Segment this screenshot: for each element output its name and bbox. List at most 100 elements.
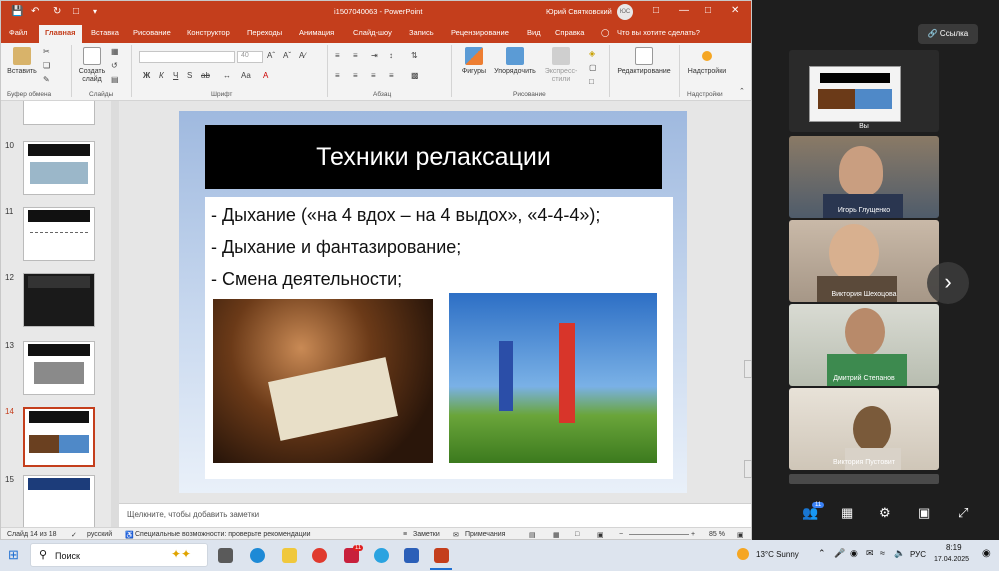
justify-icon[interactable]: ≡ bbox=[389, 71, 394, 80]
participant-tile[interactable]: Виктория Пустовит bbox=[789, 388, 939, 470]
bold-button[interactable]: Ж bbox=[143, 71, 150, 80]
tab-animations[interactable]: Анимация bbox=[299, 28, 334, 37]
font-size-input[interactable]: 40 bbox=[237, 51, 263, 63]
customize-toolbar-icon[interactable]: ▾ bbox=[93, 6, 97, 18]
paste-button[interactable]: Вставить bbox=[5, 47, 39, 76]
text-direction-icon[interactable]: ⇅ bbox=[411, 51, 418, 60]
fit-slide-icon[interactable]: ▣ bbox=[737, 531, 744, 539]
webcam-icon[interactable]: ◉ bbox=[850, 548, 858, 559]
decrease-font-icon[interactable]: Aˇ bbox=[283, 51, 291, 60]
increase-font-icon[interactable]: Aˆ bbox=[267, 51, 275, 60]
undo-icon[interactable]: ↶ bbox=[31, 6, 39, 18]
comments-button[interactable]: Примечания bbox=[465, 531, 505, 538]
tab-home[interactable]: Главная bbox=[39, 25, 82, 43]
window-scroll-handle[interactable] bbox=[744, 460, 752, 478]
sorter-view-icon[interactable]: ▦ bbox=[553, 531, 560, 539]
notes-button[interactable]: Заметки bbox=[413, 531, 440, 538]
current-slide[interactable]: Техники релаксации - Дыхание («на 4 вдох… bbox=[179, 111, 687, 493]
tab-design[interactable]: Конструктор bbox=[187, 28, 230, 37]
language-status[interactable]: русский bbox=[87, 531, 112, 538]
clock-time[interactable]: 8:19 bbox=[946, 543, 962, 552]
taskbar-search[interactable]: ⚲ Поиск ✦✦ bbox=[30, 543, 208, 567]
thumbnail-scrollbar[interactable] bbox=[111, 101, 119, 527]
yandex-browser-icon[interactable] bbox=[312, 548, 327, 563]
change-case-icon[interactable]: Aa bbox=[241, 71, 251, 80]
accessibility-status[interactable]: Специальные возможности: проверьте реком… bbox=[135, 531, 311, 538]
new-slide-button[interactable]: Создать слайд bbox=[75, 47, 109, 84]
addins-button[interactable]: Надстройки bbox=[683, 47, 731, 76]
char-spacing-icon[interactable]: ↔ bbox=[223, 71, 231, 80]
strikethrough-button[interactable]: ab bbox=[201, 71, 210, 80]
redo-icon[interactable]: ↻ bbox=[53, 6, 61, 18]
align-left-icon[interactable]: ≡ bbox=[335, 71, 340, 80]
zoom-slider[interactable] bbox=[629, 534, 689, 535]
chat-icon[interactable]: ✉ bbox=[866, 548, 874, 559]
zoom-out-icon[interactable]: − bbox=[619, 531, 623, 538]
slide-title[interactable]: Техники релаксации bbox=[205, 125, 662, 189]
spellcheck-icon[interactable]: ✓ bbox=[71, 531, 77, 539]
layout-icon[interactable]: ▦ bbox=[111, 47, 119, 56]
notifications-icon[interactable]: ◉ bbox=[982, 548, 991, 559]
start-slideshow-icon[interactable]: □ bbox=[73, 6, 79, 18]
underline-button[interactable]: Ч bbox=[173, 71, 178, 80]
wifi-icon[interactable]: ≈ bbox=[880, 548, 885, 558]
slide-content[interactable]: - Дыхание («на 4 вдох – на 4 выдох», «4-… bbox=[205, 197, 673, 479]
slide-thumbnail[interactable] bbox=[23, 475, 95, 527]
zoom-in-icon[interactable]: + bbox=[691, 531, 695, 538]
smartart-icon[interactable]: ▩ bbox=[411, 71, 419, 80]
tell-me-search[interactable]: Что вы хотите сделать? bbox=[617, 28, 700, 37]
tab-slideshow[interactable]: Слайд-шоу bbox=[353, 28, 392, 37]
window-mode-icon[interactable]: ▣ bbox=[918, 505, 930, 521]
collapse-ribbon-icon[interactable]: ⌃ bbox=[739, 87, 745, 95]
next-page-button[interactable]: › bbox=[927, 262, 969, 304]
tab-insert[interactable]: Вставка bbox=[91, 28, 119, 37]
settings-icon[interactable]: ⚙ bbox=[879, 505, 891, 521]
word-icon[interactable] bbox=[404, 548, 419, 563]
format-painter-icon[interactable]: ✎ bbox=[43, 75, 50, 84]
notes-icon[interactable]: ≡ bbox=[403, 531, 407, 538]
microphone-icon[interactable]: 🎤 bbox=[834, 548, 845, 559]
align-center-icon[interactable]: ≡ bbox=[353, 71, 358, 80]
maximize-icon[interactable]: □ bbox=[705, 5, 711, 16]
notes-field[interactable]: Щелкните, чтобы добавить заметки bbox=[119, 503, 751, 527]
slide-thumbnail[interactable] bbox=[23, 273, 95, 327]
participant-tile-self[interactable]: Вы bbox=[789, 50, 939, 132]
shadow-button[interactable]: S bbox=[187, 71, 192, 80]
avatar[interactable]: ЮС bbox=[617, 4, 633, 20]
ribbon-display-icon[interactable]: □ bbox=[653, 5, 659, 16]
tab-file[interactable]: Файл bbox=[9, 28, 27, 37]
tab-record[interactable]: Запись bbox=[409, 28, 434, 37]
comments-icon[interactable]: ✉ bbox=[453, 531, 459, 539]
input-language[interactable]: РУС bbox=[910, 550, 926, 559]
reading-view-icon[interactable]: □ bbox=[575, 531, 579, 538]
close-icon[interactable]: ✕ bbox=[731, 5, 739, 16]
indent-icon[interactable]: ⇥ bbox=[371, 51, 378, 60]
bullets-icon[interactable]: ≡ bbox=[335, 51, 340, 60]
clock-date[interactable]: 17.04.2025 bbox=[934, 556, 969, 563]
task-view-icon[interactable] bbox=[218, 548, 233, 563]
participant-tile-partial[interactable] bbox=[789, 474, 939, 484]
italic-button[interactable]: К bbox=[159, 71, 164, 80]
align-right-icon[interactable]: ≡ bbox=[371, 71, 376, 80]
slide-thumbnail[interactable] bbox=[23, 141, 95, 195]
telegram-icon[interactable] bbox=[374, 548, 389, 563]
file-explorer-icon[interactable] bbox=[282, 548, 297, 563]
tab-transitions[interactable]: Переходы bbox=[247, 28, 282, 37]
section-icon[interactable]: ▤ bbox=[111, 75, 119, 84]
tab-review[interactable]: Рецензирование bbox=[451, 28, 509, 37]
minimize-icon[interactable]: — bbox=[679, 5, 689, 16]
link-button[interactable]: 🔗 Ссылка bbox=[918, 24, 978, 44]
slide-thumbnail[interactable] bbox=[23, 101, 95, 125]
slide-thumbnail[interactable] bbox=[23, 207, 95, 261]
slide-thumbnail-selected[interactable] bbox=[23, 407, 95, 467]
slide-thumbnail[interactable] bbox=[23, 341, 95, 395]
shape-fill-icon[interactable]: ◈ bbox=[589, 49, 595, 58]
powerpoint-taskbar-icon[interactable] bbox=[434, 548, 449, 563]
windows-start-icon[interactable]: ⊞ bbox=[8, 547, 19, 563]
cut-icon[interactable]: ✂ bbox=[43, 47, 50, 56]
slideshow-view-icon[interactable]: ▣ bbox=[597, 531, 604, 539]
tab-help[interactable]: Справка bbox=[555, 28, 584, 37]
tab-draw[interactable]: Рисование bbox=[133, 28, 171, 37]
font-name-input[interactable] bbox=[139, 51, 235, 63]
quick-styles-button[interactable]: Экспресс- стили bbox=[539, 47, 583, 84]
